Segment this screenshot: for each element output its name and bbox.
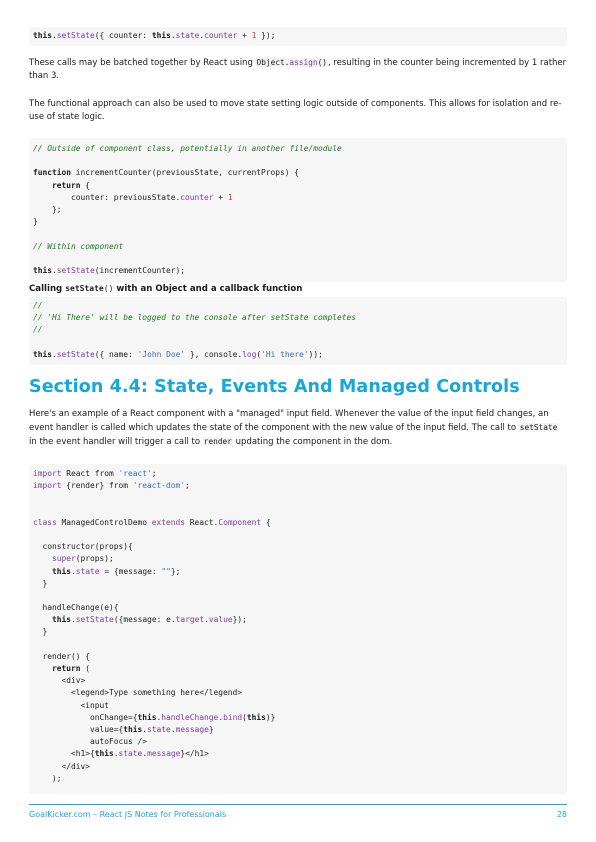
code-line: this.setState({ name: 'John Doe' }, cons… bbox=[33, 349, 323, 359]
code-line: this.setState(incrementCounter); bbox=[33, 265, 186, 275]
code-line: function incrementCounter(previousState,… bbox=[33, 168, 300, 178]
code-line: class ManagedControlDemo extends React.C… bbox=[33, 517, 271, 527]
subheading-setstate-callback: Calling setState() with an Object and a … bbox=[29, 284, 303, 294]
code-line: <div> bbox=[33, 676, 86, 686]
code-line: // bbox=[33, 325, 43, 335]
page-number: 28 bbox=[556, 810, 567, 819]
code-line: import {render} from 'react-dom'; bbox=[33, 481, 190, 491]
code-block-1: this.setState({ counter: this.state.coun… bbox=[29, 27, 567, 46]
code-line: } bbox=[33, 217, 38, 227]
code-line: } bbox=[33, 578, 48, 588]
code-line: import React from 'react'; bbox=[33, 469, 157, 478]
code-line: // Within component bbox=[33, 241, 124, 251]
code-line: // bbox=[33, 301, 43, 310]
paragraph-functional: The functional approach can also be used… bbox=[29, 99, 562, 123]
code-line: <input bbox=[33, 700, 110, 710]
footer-source: GoalKicker.com – React JS Notes for Prof… bbox=[29, 810, 227, 819]
code-block-4: import React from 'react'; import {render… bbox=[29, 464, 567, 794]
code-line: handleChange(e){ bbox=[33, 603, 119, 613]
code-block-2: // Outside of component class, potential… bbox=[29, 138, 567, 282]
code-block-3: // // 'Hi There' will be logged to the co… bbox=[29, 297, 567, 365]
code-line: ); bbox=[33, 773, 62, 783]
code-line: counter: previousState.counter + 1 bbox=[33, 192, 233, 202]
code-line: this.state = {message: ""}; bbox=[52, 566, 181, 576]
section-title: Section 4.4: State, Events And Managed C… bbox=[29, 377, 520, 397]
paragraph-managed-input: Here's an example of a React component w… bbox=[29, 409, 559, 448]
code-line: </div> bbox=[33, 761, 91, 771]
code-line: this.setState({message: e.target.value})… bbox=[52, 615, 247, 625]
code-line: this.setState({ counter: this.state.coun… bbox=[33, 31, 276, 40]
code-line: constructor(props){ bbox=[33, 542, 133, 552]
code-line: onChange={this.handleChange.bind(this)} bbox=[33, 712, 276, 722]
code-line: } bbox=[33, 627, 48, 637]
code-line: render() { bbox=[33, 651, 91, 661]
inline-code-setstate: setState bbox=[518, 423, 559, 433]
code-line: <h1>{this.state.message}</h1> bbox=[33, 749, 209, 759]
code-line: return { bbox=[52, 180, 91, 190]
code-line: return ( bbox=[52, 664, 91, 673]
inline-code-render: render bbox=[202, 437, 233, 447]
code-line: value={this.state.message} bbox=[33, 724, 214, 734]
code-line: // Outside of component class, potential… bbox=[33, 144, 342, 153]
code-line: autoFocus /> bbox=[33, 737, 148, 747]
code-line: <legend>Type something here</legend> bbox=[33, 688, 243, 698]
para-text: These calls may be batched together by R… bbox=[29, 58, 256, 68]
inline-code-object-assign: Object.assign() bbox=[255, 58, 328, 67]
code-line: // 'Hi There' will be logged to the cons… bbox=[33, 313, 357, 323]
paragraph-batching: These calls may be batched together by R… bbox=[29, 56, 567, 83]
code-line: super(props); bbox=[52, 554, 114, 564]
page-footer: GoalKicker.com – React JS Notes for Prof… bbox=[29, 804, 567, 819]
code-line: }; bbox=[33, 204, 62, 214]
